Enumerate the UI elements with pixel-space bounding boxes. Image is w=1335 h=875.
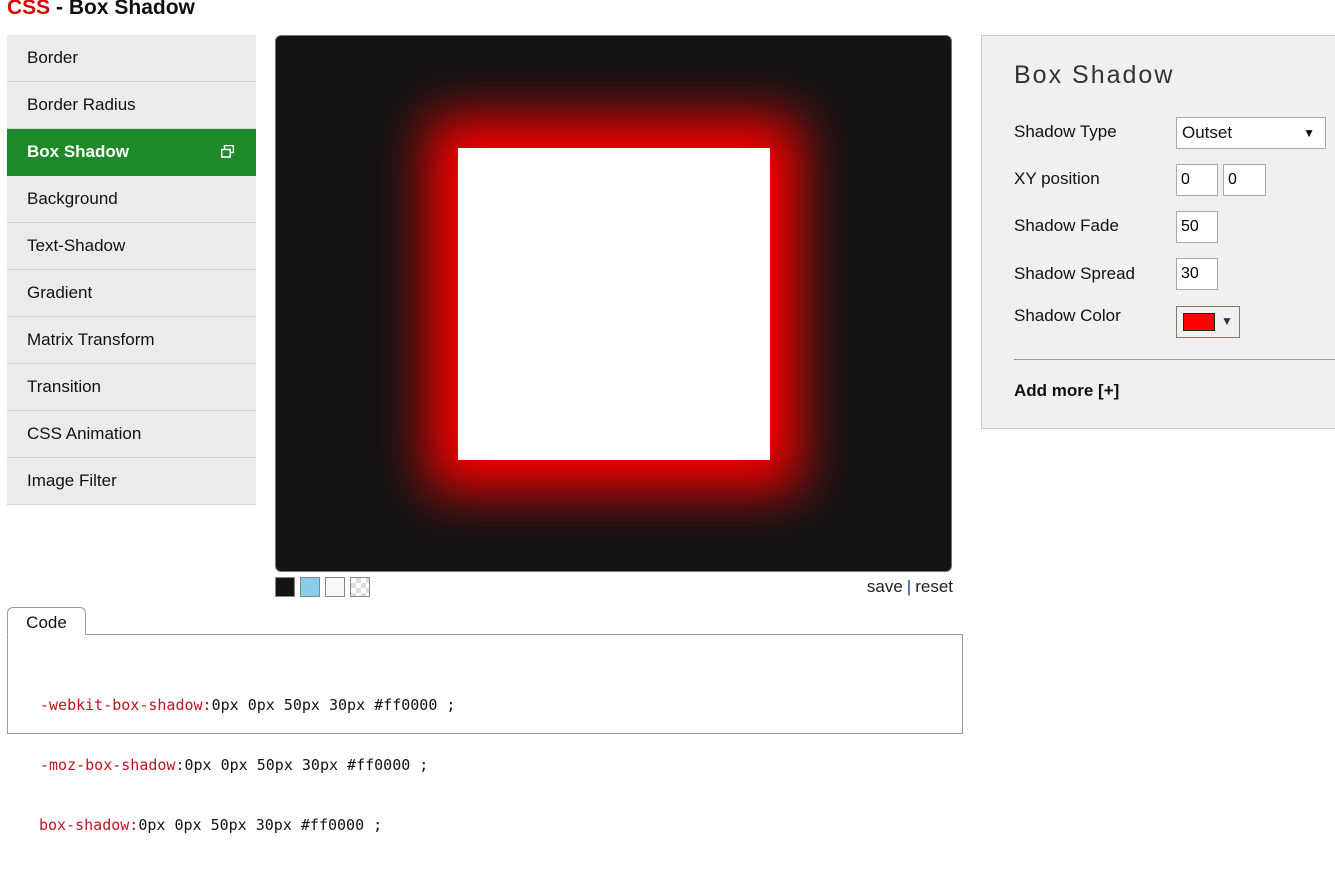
chevron-down-icon: ▼ xyxy=(1221,314,1233,328)
sidebar-item-label: Box Shadow xyxy=(27,142,130,161)
background-swatches xyxy=(275,577,370,597)
sidebar-item-label: Border Radius xyxy=(27,95,136,114)
code-property: -moz-box-shadow: xyxy=(40,756,185,774)
save-reset-links: save | reset xyxy=(867,577,953,597)
sidebar-item-css-animation[interactable]: CSS Animation xyxy=(7,411,256,458)
code-property: box-shadow: xyxy=(39,816,139,834)
sidebar-item-border-radius[interactable]: Border Radius xyxy=(7,82,256,129)
sidebar-item-label: Image Filter xyxy=(27,471,117,490)
popout-window-icon[interactable] xyxy=(221,145,234,158)
chevron-down-icon: ▼ xyxy=(1303,126,1315,140)
page-title: CSS - Box Shadow xyxy=(7,0,195,21)
sidebar-item-label: Matrix Transform xyxy=(27,330,155,349)
shadow-fade-label: Shadow Fade xyxy=(1014,216,1119,235)
shadow-color-picker[interactable]: ▼ xyxy=(1176,306,1240,338)
code-panel: -webkit-box-shadow:0px 0px 50px 30px #ff… xyxy=(7,634,963,834)
sidebar-item-gradient[interactable]: Gradient xyxy=(7,270,256,317)
panel-title: Box Shadow xyxy=(1014,61,1175,89)
shadow-fade-input[interactable] xyxy=(1176,211,1218,243)
shadow-spread-label: Shadow Spread xyxy=(1014,264,1135,283)
preview-canvas xyxy=(275,35,952,572)
sidebar-item-label: Gradient xyxy=(27,283,93,302)
swatch-transparent[interactable] xyxy=(350,577,370,597)
sidebar-item-label: Text-Shadow xyxy=(27,236,126,255)
sidebar-item-label: Transition xyxy=(27,377,102,396)
separator: | xyxy=(906,577,912,596)
tab-code[interactable]: Code xyxy=(7,607,86,635)
page-title-accent: CSS xyxy=(7,0,51,19)
xy-position-label: XY position xyxy=(1014,169,1100,188)
page-title-text: - Box Shadow xyxy=(50,0,195,19)
sidebar-item-image-filter[interactable]: Image Filter xyxy=(7,458,256,505)
properties-panel: Box Shadow Shadow Type Outset ▼ XY posit… xyxy=(981,35,1335,429)
shadow-spread-input[interactable] xyxy=(1176,258,1218,290)
x-position-input[interactable] xyxy=(1176,164,1218,196)
shadow-type-label: Shadow Type xyxy=(1014,122,1117,141)
sidebar-item-box-shadow[interactable]: Box Shadow xyxy=(7,129,256,176)
color-chip xyxy=(1183,313,1215,331)
shadow-color-label: Shadow Color xyxy=(1014,306,1121,325)
shadow-type-select[interactable]: Outset ▼ xyxy=(1176,117,1326,149)
code-property: -webkit-box-shadow: xyxy=(40,696,212,714)
swatch-light-blue[interactable] xyxy=(300,577,320,597)
sidebar-item-border[interactable]: Border xyxy=(7,35,256,82)
sidebar-item-transition[interactable]: Transition xyxy=(7,364,256,411)
code-value: 0px 0px 50px 30px #ff0000 ; xyxy=(184,756,429,774)
code-value: 0px 0px 50px 30px #ff0000 ; xyxy=(138,816,383,834)
sidebar-item-matrix-transform[interactable]: Matrix Transform xyxy=(7,317,256,364)
code-output: -webkit-box-shadow:0px 0px 50px 30px #ff… xyxy=(39,655,455,875)
sidebar-nav: Border Border Radius Box Shadow Backgrou… xyxy=(7,35,256,505)
preview-box xyxy=(458,148,770,460)
swatch-dark[interactable] xyxy=(275,577,295,597)
code-value: 0px 0px 50px 30px #ff0000 ; xyxy=(211,696,456,714)
code-line-standard: box-shadow:0px 0px 50px 30px #ff0000 ; xyxy=(39,815,455,835)
shadow-type-value: Outset xyxy=(1182,123,1233,142)
code-line-webkit: -webkit-box-shadow:0px 0px 50px 30px #ff… xyxy=(40,695,455,715)
add-more-button[interactable]: Add more [+] xyxy=(1014,381,1119,401)
reset-link[interactable]: reset xyxy=(915,577,953,596)
sidebar-item-background[interactable]: Background xyxy=(7,176,256,223)
sidebar-item-text-shadow[interactable]: Text-Shadow xyxy=(7,223,256,270)
y-position-input[interactable] xyxy=(1223,164,1266,196)
divider xyxy=(1014,359,1335,360)
sidebar-item-label: Background xyxy=(27,189,118,208)
sidebar-item-label: Border xyxy=(27,48,79,67)
save-link[interactable]: save xyxy=(867,577,903,596)
code-line-moz: -moz-box-shadow:0px 0px 50px 30px #ff000… xyxy=(40,755,455,775)
sidebar-item-label: CSS Animation xyxy=(27,424,142,443)
swatch-white[interactable] xyxy=(325,577,345,597)
